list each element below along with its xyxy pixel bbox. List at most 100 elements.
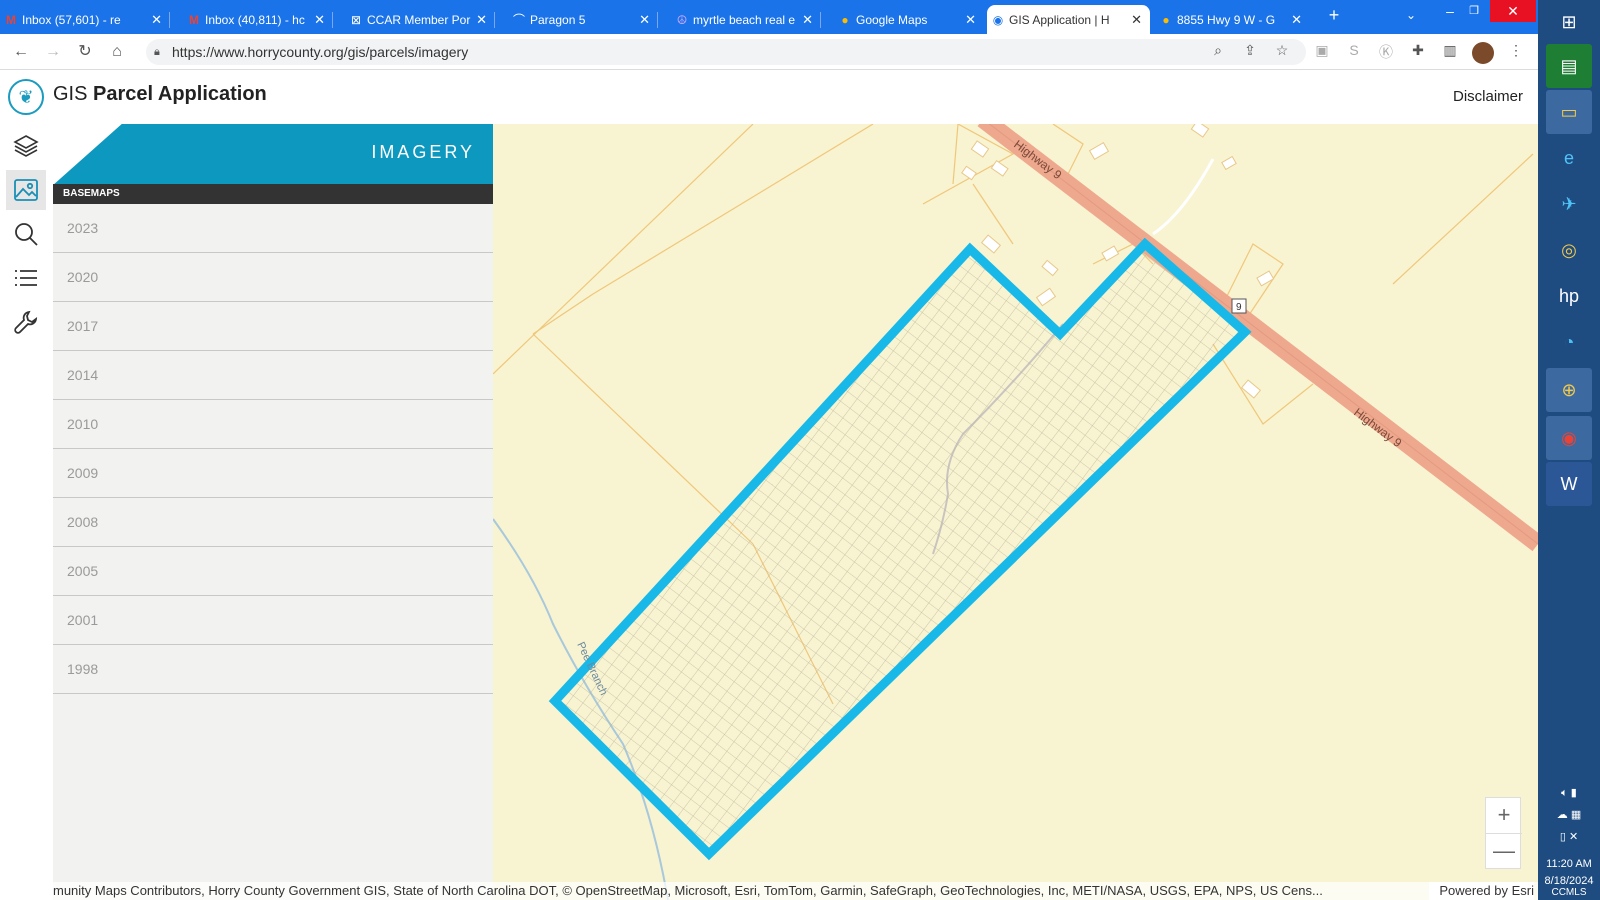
gmail-icon: M [6,13,16,27]
gmail-icon: M [189,13,199,27]
map-view[interactable]: Highway 9 Highway 9 9 Pee Branch [493,124,1538,900]
tab-google-maps[interactable]: ● Google Maps ✕ [834,5,984,34]
edge-icon[interactable]: ◔ [1546,320,1592,364]
map-attribution: munity Maps Contributors, Horry County G… [53,882,1538,900]
tab-separator [657,12,658,28]
menu-kebab-icon[interactable]: ⋮ [1506,42,1526,59]
new-tab-button[interactable]: + [1318,4,1350,38]
profile-avatar[interactable] [1472,42,1494,64]
tray-icons[interactable]: 🔈︎ ▮ [1538,786,1600,800]
list-button[interactable] [6,258,46,298]
map-canvas[interactable]: Highway 9 Highway 9 9 Pee Branch [493,124,1538,900]
extension-s-icon[interactable]: S [1344,42,1364,58]
zoom-out-button[interactable]: — [1486,834,1522,870]
close-icon[interactable]: ✕ [314,12,325,28]
tab-8855-hwy[interactable]: ● 8855 Hwy 9 W - G ✕ [1155,5,1310,34]
basemap-year-item[interactable]: 2020 [53,253,493,302]
close-icon[interactable]: ✕ [639,12,650,28]
zoom-in-button[interactable]: + [1486,798,1522,834]
attribution-text: munity Maps Contributors, Horry County G… [53,883,1323,898]
panel-title: IMAGERY [371,142,475,162]
close-icon[interactable]: ✕ [476,12,487,28]
zoom-icon[interactable]: ⌕ [1208,42,1228,59]
selected-parcel-outline[interactable] [548,237,1252,861]
tab-gmail-1[interactable]: M Inbox (57,601) - re ✕ [0,5,170,34]
horry-county-logo-icon[interactable]: ❦ [8,79,44,115]
tab-title: myrtle beach real e [693,12,796,27]
address-toolbar: ← → ↻ ⌂ 🔒︎ https://www.horrycounty.org/g… [0,34,1538,70]
header-wedge [53,124,133,184]
excel-icon[interactable]: ▤ [1546,44,1592,88]
forward-arrow-icon[interactable]: → [42,42,64,64]
reload-icon[interactable]: ↻ [74,42,96,64]
disclaimer-link[interactable]: Disclaimer [1453,88,1523,105]
tab-title: Inbox (40,811) - hc [205,12,305,27]
url-text: https://www.horrycounty.org/gis/parcels/… [172,44,469,60]
word-icon[interactable]: W [1546,462,1592,506]
close-icon[interactable]: ✕ [802,12,813,28]
close-icon[interactable]: ✕ [1291,12,1302,28]
close-icon[interactable]: ✕ [1131,12,1142,28]
tray-icons-3[interactable]: ▯ ✕ [1538,830,1600,843]
tab-title: CCAR Member Por [367,12,471,27]
clock-date[interactable]: 8/18/2024 [1538,875,1600,887]
close-icon[interactable]: ✕ [965,12,976,28]
chrome-icon[interactable]: ◉ [1546,416,1592,460]
app-title-light: GIS [53,83,94,105]
tab-ccar[interactable]: ⊠ CCAR Member Por ✕ [345,5,495,34]
app-title-bold: Parcel Application [93,83,267,105]
back-arrow-icon[interactable]: ← [10,42,32,64]
start-windows-icon[interactable]: ⊞ [1546,0,1592,44]
basemap-year-item[interactable]: 1998 [53,645,493,694]
extensions-puzzle-icon[interactable]: ✚ [1408,42,1428,59]
imagery-button[interactable] [6,170,46,210]
share-icon[interactable]: ⇪ [1240,42,1260,59]
hp-icon[interactable]: hp [1546,274,1592,318]
panel-header: IMAGERY [53,124,493,184]
basemap-year-item[interactable]: 2017 [53,302,493,351]
side-panel-icon[interactable]: ▥ [1440,42,1460,59]
restore-button[interactable]: ❐ [1458,0,1490,34]
tab-myrtle-beach[interactable]: ☮ myrtle beach real e ✕ [671,5,821,34]
basemap-year-item[interactable]: 2001 [53,596,493,645]
globe-app-icon[interactable]: ⊕ [1546,368,1592,412]
powered-by-esri-link[interactable]: Powered by Esri [1429,882,1534,900]
extension-k-icon[interactable]: Ⓚ [1376,42,1396,62]
basemap-year-item[interactable]: 2014 [53,351,493,400]
home-icon[interactable]: ⌂ [106,42,128,64]
url-bar[interactable]: 🔒︎ https://www.horrycounty.org/gis/parce… [146,39,1306,65]
driveway [1152,158,1215,236]
clock-time[interactable]: 11:20 AM [1538,858,1600,870]
basemap-year-item[interactable]: 2010 [53,400,493,449]
internet-explorer-icon[interactable]: e [1546,136,1592,180]
basemap-year-item[interactable]: 2005 [53,547,493,596]
tab-title: Google Maps [856,12,928,27]
extension-code-icon[interactable]: ▣ [1312,42,1332,59]
rocket-app-icon[interactable]: ✈ [1546,182,1592,226]
corner-watermark: CCMLS [1551,887,1587,898]
tab-gmail-2[interactable]: M Inbox (40,811) - hc ✕ [183,5,333,34]
tool-rail [0,124,53,900]
layers-icon [13,135,39,157]
tab-title: GIS Application | H [1009,12,1110,27]
bookmark-star-icon[interactable]: ☆ [1272,42,1292,59]
tab-gis-application[interactable]: ◉ GIS Application | H ✕ [987,5,1150,34]
media-app-icon[interactable]: ◎ [1546,228,1592,272]
file-explorer-icon[interactable]: ▭ [1546,90,1592,134]
tab-paragon[interactable]: ⌒ Paragon 5 ✕ [508,5,658,34]
tools-button[interactable] [6,302,46,342]
app-header: ❦ GIS Parcel Application Disclaimer [0,70,1538,124]
layers-button[interactable] [6,126,46,166]
windows-taskbar: ⊞ ▤ ▭ e ✈ ◎ hp ◔ ⊕ ◉ W 🔈︎ ▮ ☁ ▦ ▯ ✕ 11:2… [1538,0,1600,900]
tab-title: Inbox (57,601) - re [22,12,121,27]
tab-search-chevron-icon[interactable]: ⌄ [1395,4,1427,38]
search-button[interactable] [6,214,46,254]
basemap-year-item[interactable]: 2023 [53,204,493,253]
close-window-button[interactable]: ✕ [1490,0,1536,22]
close-icon[interactable]: ✕ [151,12,162,28]
basemap-year-item[interactable]: 2008 [53,498,493,547]
basemap-year-item[interactable]: 2009 [53,449,493,498]
gis-icon: ◉ [992,13,1004,27]
ccar-icon: ⊠ [350,13,362,27]
tray-icons-2[interactable]: ☁ ▦ [1538,808,1600,821]
